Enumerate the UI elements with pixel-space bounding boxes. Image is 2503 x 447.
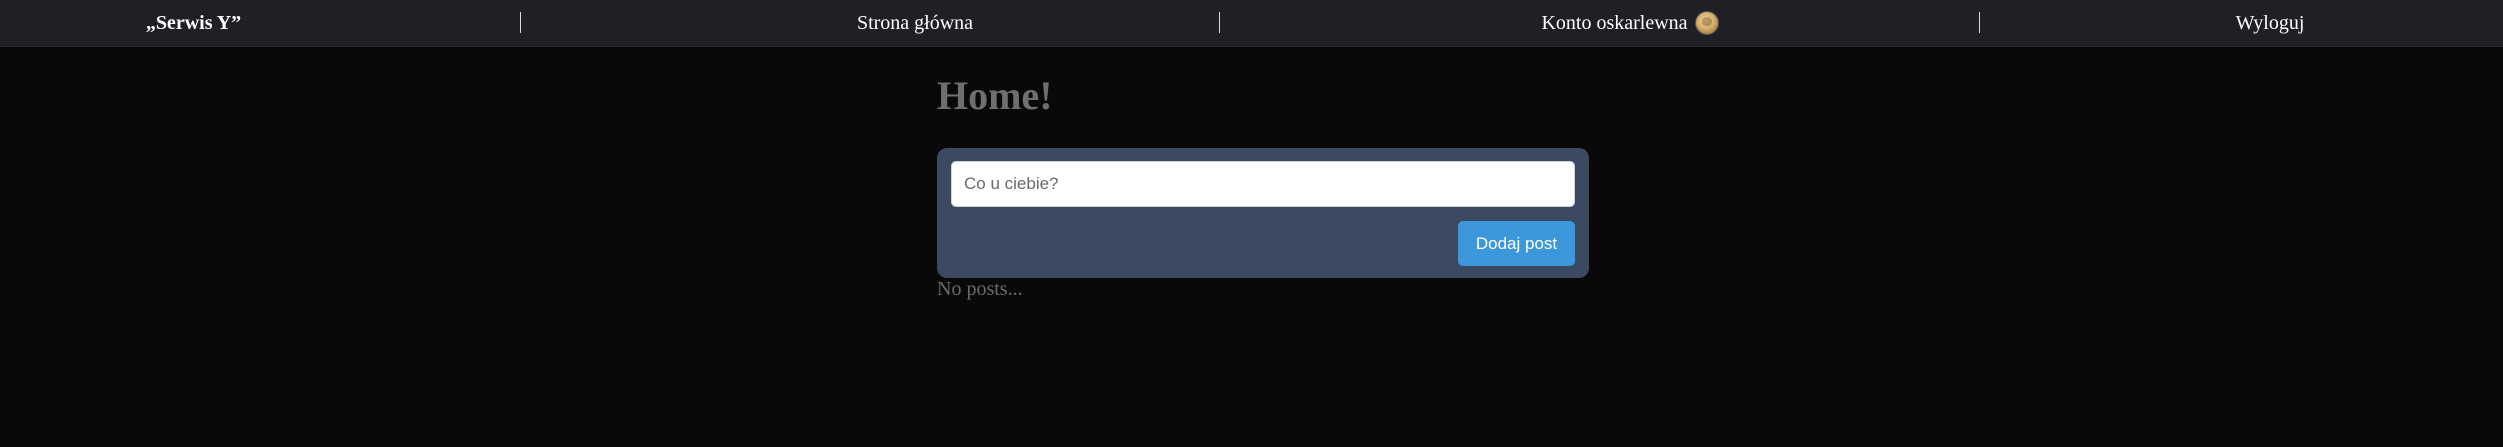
empty-posts-message: No posts... bbox=[937, 278, 1023, 300]
brand-link[interactable]: „Serwis Y” bbox=[0, 0, 387, 46]
nav-separator bbox=[1979, 12, 1980, 33]
account-label: Konto oskarlewna bbox=[1541, 11, 1688, 34]
logout-label: Wyloguj bbox=[2235, 11, 2305, 34]
post-input[interactable] bbox=[951, 161, 1575, 207]
page-title: Home! bbox=[937, 73, 1053, 118]
home-label: Strona główna bbox=[856, 11, 974, 34]
brand-label: „Serwis Y” bbox=[145, 11, 242, 34]
home-link[interactable]: Strona główna bbox=[520, 0, 1310, 46]
logout-link[interactable]: Wyloguj bbox=[2100, 0, 2440, 46]
avatar-icon bbox=[1694, 11, 1719, 35]
post-composer: Dodaj post bbox=[937, 148, 1589, 278]
top-navigation: „Serwis Y” Strona główna Konto oskarlewn… bbox=[0, 0, 2503, 47]
account-link[interactable]: Konto oskarlewna bbox=[1220, 0, 2040, 46]
add-post-button[interactable]: Dodaj post bbox=[1458, 221, 1575, 266]
